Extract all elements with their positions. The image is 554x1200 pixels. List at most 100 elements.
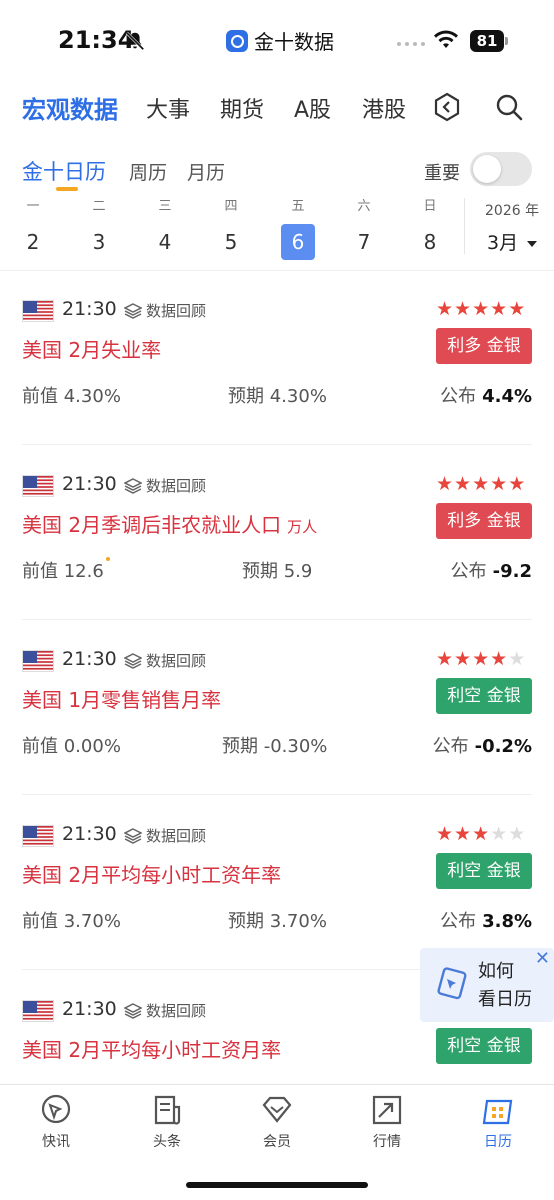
event-title[interactable]: 美国 2月季调后非农就业人口 万人 — [22, 509, 317, 538]
tab-weekly-calendar[interactable]: 周历 — [129, 158, 167, 185]
data-review-link[interactable]: 数据回顾 — [124, 825, 206, 846]
bell-muted-icon — [125, 31, 145, 51]
day-cell[interactable]: 二 3 — [82, 198, 116, 260]
date-number: 7 — [357, 230, 371, 254]
star-icon: ★ — [436, 823, 455, 845]
star-icon: ★ — [472, 648, 491, 670]
nav-flash-news[interactable]: 快讯 — [26, 1093, 86, 1151]
layers-icon — [124, 652, 142, 669]
calendar-guide-icon — [437, 967, 467, 1000]
nav-market[interactable]: 行情 — [357, 1093, 417, 1151]
tab-futures[interactable]: 期货 — [220, 92, 264, 124]
hexagon-icon[interactable] — [432, 92, 462, 122]
day-cell[interactable]: 三 4 — [148, 198, 182, 260]
date-number: 4 — [158, 230, 172, 254]
tab-big-events[interactable]: 大事 — [146, 92, 190, 124]
event-title[interactable]: 美国 2月平均每小时工资年率 — [22, 859, 281, 888]
event-title[interactable]: 美国 2月平均每小时工资月率 — [22, 1034, 281, 1063]
status-time: 21:34 — [58, 26, 135, 54]
star-icon: ★ — [472, 298, 491, 320]
date-number: 5 — [224, 230, 238, 254]
impact-badge: 利空 金银 — [436, 1028, 532, 1064]
weekday-label: 二 — [92, 199, 106, 214]
weekday-label: 五 — [291, 199, 305, 214]
close-icon[interactable]: ✕ — [535, 948, 550, 969]
star-icon: ★ — [472, 823, 491, 845]
signal-icon — [397, 42, 425, 46]
actual-value: 公布 3.8% — [440, 911, 532, 932]
event-time: 21:30 — [62, 998, 117, 1020]
search-icon[interactable] — [494, 92, 524, 122]
day-cell[interactable]: 一 2 — [16, 198, 50, 260]
expected-value: 预期 -0.30% — [222, 736, 328, 757]
tab-hk-stocks[interactable]: 港股 — [362, 92, 406, 124]
day-cell[interactable]: 日 8 — [413, 198, 447, 260]
tab-a-shares[interactable]: A股 — [294, 92, 331, 124]
nav-label: 快讯 — [42, 1134, 70, 1150]
month-picker[interactable]: 2026 年 3月 — [464, 198, 554, 254]
calendar-subtabs: 金十日历 周历 月历 重要 — [0, 150, 554, 200]
how-to-read-calendar-tip[interactable]: 如何 看日历 ✕ — [420, 948, 554, 1022]
week-strip: 一 2 二 3 三 4 四 5 五 6 六 7 日 8 2026 年 3月 — [0, 198, 554, 270]
nav-headlines[interactable]: 头条 — [137, 1093, 197, 1151]
data-review-link[interactable]: 数据回顾 — [124, 300, 206, 321]
app-badge[interactable]: 金十数据 — [226, 26, 334, 55]
important-label: 重要 — [424, 163, 460, 184]
importance-stars: ★★★★★ — [436, 298, 526, 320]
month-selector[interactable]: 3月 — [487, 228, 538, 255]
previous-value: 前值 3.70% — [22, 911, 121, 932]
data-review-link[interactable]: 数据回顾 — [124, 650, 206, 671]
date-number: 6 — [281, 224, 315, 260]
importance-stars: ★★★★★ — [436, 473, 526, 495]
event-card[interactable]: 21:30 数据回顾 ★★★★★ 美国 2月季调后非农就业人口 万人 利多 金银 前值 12… — [0, 473, 554, 650]
date-number: 2 — [26, 230, 40, 254]
weekday-label: 六 — [357, 199, 371, 214]
weekday-label: 日 — [423, 199, 437, 214]
event-card[interactable]: 21:30 数据回顾 ★★★★★ 美国 2月失业率 利多 金银 前值 4.30% 预期 4.… — [0, 298, 554, 475]
date-number: 8 — [423, 230, 437, 254]
previous-value: 前值 0.00% — [22, 736, 121, 757]
weekday-label: 一 — [26, 199, 40, 214]
tab-monthly-calendar[interactable]: 月历 — [187, 158, 225, 185]
wifi-icon — [434, 30, 458, 48]
star-icon: ★ — [508, 298, 527, 320]
nav-calendar[interactable]: 日历 — [468, 1093, 528, 1151]
data-review-link[interactable]: 数据回顾 — [124, 1000, 206, 1021]
data-review-link[interactable]: 数据回顾 — [124, 475, 206, 496]
star-icon: ★ — [508, 473, 527, 495]
previous-value: 前值 12.6 — [22, 557, 110, 583]
divider — [22, 619, 532, 620]
tip-line-1: 如何 — [478, 961, 514, 982]
tab-jin10-calendar[interactable]: 金十日历 — [22, 156, 106, 186]
event-title[interactable]: 美国 1月零售销售月率 — [22, 684, 221, 713]
market-chart-icon — [372, 1095, 402, 1125]
star-icon: ★ — [508, 823, 527, 845]
importance-stars: ★★★★★ — [436, 823, 526, 845]
star-icon: ★ — [490, 473, 509, 495]
tip-text: 如何 看日历 — [478, 958, 532, 1014]
day-cell[interactable]: 六 7 — [347, 198, 381, 260]
star-icon: ★ — [454, 648, 473, 670]
event-unit: 万人 — [287, 518, 318, 536]
star-icon: ★ — [454, 473, 473, 495]
tip-line-2: 看日历 — [478, 989, 532, 1010]
expected-value: 预期 3.70% — [228, 911, 327, 932]
review-label: 数据回顾 — [146, 1002, 207, 1020]
nav-membership[interactable]: 会员 — [247, 1093, 307, 1151]
event-title[interactable]: 美国 2月失业率 — [22, 334, 161, 363]
calendar-icon — [482, 1099, 513, 1125]
actual-value: 公布 -0.2% — [432, 736, 532, 757]
important-toggle[interactable] — [470, 152, 532, 186]
battery-indicator: 81 — [470, 30, 508, 52]
day-cell-selected[interactable]: 五 6 — [281, 198, 315, 260]
us-flag-icon — [22, 475, 54, 497]
tab-macro-data[interactable]: 宏观数据 — [22, 90, 118, 125]
year-label: 2026 年 — [485, 203, 540, 219]
day-cell[interactable]: 四 5 — [214, 198, 248, 260]
event-card[interactable]: 21:30 数据回顾 ★★★★★ 美国 1月零售销售月率 利空 金银 前值 0.00% 预期… — [0, 648, 554, 825]
divider — [22, 794, 532, 795]
expected-value: 预期 5.9 — [242, 561, 313, 582]
expected-value: 预期 4.30% — [228, 386, 327, 407]
star-icon: ★ — [454, 823, 473, 845]
diamond-icon — [262, 1096, 292, 1123]
